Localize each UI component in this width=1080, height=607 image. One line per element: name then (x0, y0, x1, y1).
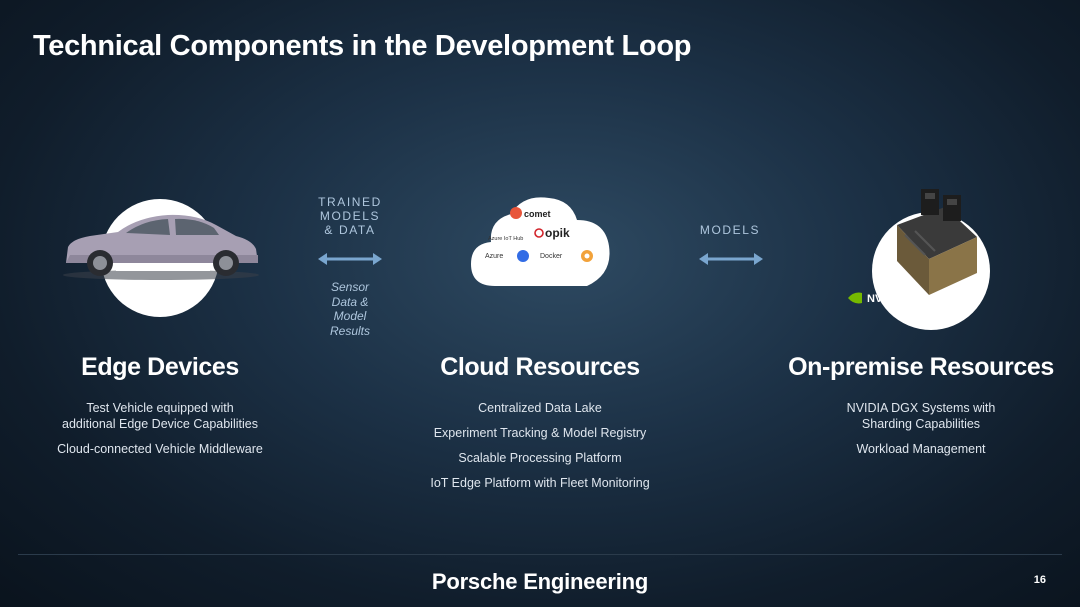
onprem-resources-list: NVIDIA DGX Systems with Sharding Capabil… (820, 400, 1022, 466)
gpu-module-icon (897, 189, 977, 295)
slide-title: Technical Components in the Development … (33, 30, 692, 62)
nvidia-logo: NVIDIA (848, 292, 904, 305)
bidirectional-arrow-left (318, 253, 382, 265)
cloud-item-2: Experiment Tracking & Model Registry (433, 426, 647, 440)
edge-item-1: Test Vehicle equipped with additional Ed… (62, 401, 258, 431)
left-arrow-sublabel: Sensor Data & Model Results (329, 280, 370, 338)
car-illustration (63, 214, 259, 280)
cloud-resources-heading: Cloud Resources (440, 353, 640, 381)
cloud-logos: comet Azure IoT Hub opik Azure Docker (471, 197, 610, 286)
onprem-resources-heading: On-premise Resources (788, 353, 1054, 381)
cloud-resources-list: Centralized Data Lake Experiment Trackin… (400, 400, 680, 500)
opik-logo-text: opik (545, 226, 570, 240)
footer-brand: Porsche Engineering (431, 569, 649, 594)
cloud-item-3: Scalable Processing Platform (458, 451, 622, 465)
left-arrow-label: TRAINED MODELS & DATA (318, 195, 382, 237)
nvidia-logo-text: NVIDIA (867, 293, 904, 305)
edge-item-2: Cloud-connected Vehicle Middleware (57, 442, 263, 456)
kubernetes-icon (517, 250, 529, 262)
comet-logo-text: comet (524, 209, 551, 219)
edge-devices-heading: Edge Devices (81, 353, 239, 381)
azure-iot-hub-logo: Azure IoT Hub (488, 236, 523, 242)
page-number: 16 (1033, 574, 1046, 586)
comet-logo-icon (510, 207, 522, 219)
edge-devices-list: Test Vehicle equipped with additional Ed… (38, 400, 282, 466)
docker-logo: Docker (540, 253, 563, 260)
onprem-item-1: NVIDIA DGX Systems with Sharding Capabil… (846, 401, 996, 431)
azure-logo: Azure (485, 253, 503, 260)
cloud-item-4: IoT Edge Platform with Fleet Monitoring (430, 476, 650, 490)
bidirectional-arrow-right (699, 253, 763, 265)
footer-divider (18, 554, 1062, 555)
right-arrow-label: MODELS (699, 223, 761, 237)
onprem-item-2: Workload Management (856, 442, 986, 456)
cloud-item-1: Centralized Data Lake (478, 401, 602, 415)
nvidia-eye-icon (848, 292, 862, 304)
